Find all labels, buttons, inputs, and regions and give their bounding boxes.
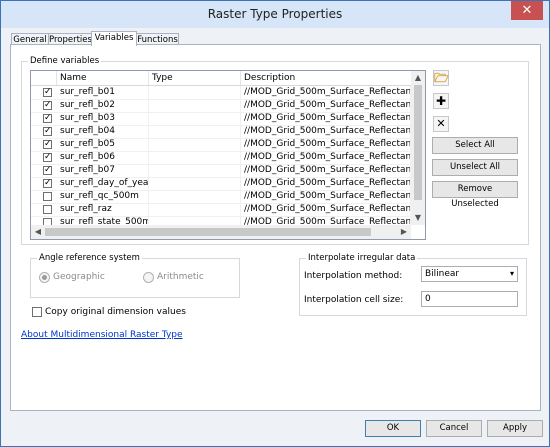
cell-name: sur_refl_b05 xyxy=(57,138,149,151)
interpolation-cell-size-label: Interpolation cell size: xyxy=(304,295,404,305)
cell-type xyxy=(149,164,241,177)
cell-type xyxy=(149,177,241,190)
row-checkbox[interactable]: ✓ xyxy=(43,127,52,136)
cell-description: //MOD_Grid_500m_Surface_Reflectance/sur_… xyxy=(241,138,411,151)
scroll-left-icon[interactable]: ◀ xyxy=(31,225,45,239)
interpolation-method-select[interactable]: Bilinear ▾ xyxy=(421,266,518,282)
cell-type xyxy=(149,203,241,216)
open-folder-icon[interactable]: 🗁 xyxy=(433,70,449,86)
cell-description: //MOD_Grid_500m_Surface_Reflectance/sur_… xyxy=(241,151,411,164)
unselect-all-button[interactable]: Unselect All xyxy=(432,159,518,176)
copy-dimension-label: Copy original dimension values xyxy=(45,307,186,317)
cell-name: sur_refl_day_of_year xyxy=(57,177,149,190)
cell-type xyxy=(149,112,241,125)
header-description[interactable]: Description xyxy=(241,71,411,85)
table-row[interactable]: ✓ sur_refl_b04 //MOD_Grid_500m_Surface_Ref… xyxy=(31,125,411,139)
scroll-down-icon[interactable]: ▼ xyxy=(411,211,425,225)
angle-reference-label: Angle reference system xyxy=(37,253,142,263)
cell-type xyxy=(149,125,241,138)
interpolation-method-value: Bilinear xyxy=(425,269,460,279)
table-row[interactable]: ✓ sur_refl_b05 //MOD_Grid_500m_Surface_Ref… xyxy=(31,138,411,152)
cell-type xyxy=(149,151,241,164)
cell-name: sur_refl_b01 xyxy=(57,86,149,99)
interpolation-method-label: Interpolation method: xyxy=(304,271,403,281)
row-checkbox[interactable]: ✓ xyxy=(43,166,52,175)
header-name[interactable]: Name xyxy=(57,71,149,85)
ok-button[interactable]: OK xyxy=(365,420,421,437)
cell-description: //MOD_Grid_500m_Surface_Reflectance/sur_… xyxy=(241,125,411,138)
row-checkbox[interactable]: ✓ xyxy=(43,88,52,97)
table-row[interactable]: ✓ sur_refl_day_of_year //MOD_Grid_500m_Sur… xyxy=(31,177,411,191)
close-button[interactable]: ✕ xyxy=(511,1,543,20)
define-variables-label: Define variables xyxy=(28,56,102,66)
cell-name: sur_refl_b04 xyxy=(57,125,149,138)
cell-description: //MOD_Grid_500m_Surface_Reflectance/sur_… xyxy=(241,203,411,216)
grid-header: Name Type Description xyxy=(31,71,411,86)
cell-type xyxy=(149,86,241,99)
select-all-button[interactable]: Select All xyxy=(432,137,518,154)
scroll-right-icon[interactable]: ▶ xyxy=(397,225,411,239)
table-row[interactable]: ✓ sur_refl_b06 //MOD_Grid_500m_Surface_Ref… xyxy=(31,151,411,165)
cancel-button[interactable]: Cancel xyxy=(426,420,482,437)
cell-name: sur_refl_b03 xyxy=(57,112,149,125)
window-title: Raster Type Properties xyxy=(207,7,343,21)
cell-name: sur_refl_raz xyxy=(57,203,149,216)
cell-description: //MOD_Grid_500m_Surface_Reflectance/sur_… xyxy=(241,112,411,125)
cell-name: sur_refl_b06 xyxy=(57,151,149,164)
cell-name: sur_refl_b02 xyxy=(57,99,149,112)
table-row[interactable]: ✓ sur_refl_b02 //MOD_Grid_500m_Surface_Ref… xyxy=(31,99,411,113)
table-row[interactable]: ✓ sur_refl_b07 //MOD_Grid_500m_Surface_Ref… xyxy=(31,164,411,178)
geographic-label: Geographic xyxy=(53,272,105,282)
interpolation-cell-size-input[interactable]: 0 xyxy=(421,291,518,307)
row-checkbox[interactable]: ✓ xyxy=(43,140,52,149)
vertical-scrollbar[interactable]: ▲ ▼ xyxy=(411,71,425,225)
row-checkbox[interactable]: ✓ xyxy=(43,179,52,188)
cell-name: sur_refl_qc_500m xyxy=(57,190,149,203)
horizontal-scroll-thumb[interactable] xyxy=(45,228,371,236)
arithmetic-label: Arithmetic xyxy=(157,272,204,282)
row-checkbox[interactable] xyxy=(43,205,52,214)
cell-description: //MOD_Grid_500m_Surface_Reflectance/sur_… xyxy=(241,99,411,112)
add-icon[interactable]: ✚ xyxy=(433,93,449,109)
header-check xyxy=(31,71,57,85)
cell-description: //MOD_Grid_500m_Surface_Reflectance/sur_… xyxy=(241,190,411,203)
dialog-window: Raster Type Properties ✕ General Propert… xyxy=(0,0,550,447)
geographic-radio[interactable] xyxy=(39,272,50,283)
table-row[interactable]: sur_refl_raz //MOD_Grid_500m_Surface_Refl… xyxy=(31,203,411,217)
table-row[interactable]: ✓ sur_refl_b01 //MOD_Grid_500m_Surface_Ref… xyxy=(31,86,411,100)
title-bar[interactable]: Raster Type Properties ✕ xyxy=(1,1,549,28)
about-multidimensional-link[interactable]: About Multidimensional Raster Type xyxy=(21,330,183,340)
table-row[interactable]: sur_refl_qc_500m //MOD_Grid_500m_Surface_… xyxy=(31,190,411,204)
table-row[interactable]: ✓ sur_refl_b03 //MOD_Grid_500m_Surface_Ref… xyxy=(31,112,411,126)
row-checkbox[interactable]: ✓ xyxy=(43,153,52,162)
cell-description: //MOD_Grid_500m_Surface_Reflectance/sur_… xyxy=(241,177,411,190)
cell-type xyxy=(149,190,241,203)
horizontal-scrollbar[interactable]: ◀ ▶ xyxy=(31,225,411,239)
cell-type xyxy=(149,99,241,112)
copy-dimension-checkbox[interactable] xyxy=(32,307,42,317)
vertical-scroll-thumb[interactable] xyxy=(414,85,422,200)
tab-variables[interactable]: Variables xyxy=(91,31,137,46)
row-checkbox[interactable]: ✓ xyxy=(43,114,52,123)
arithmetic-radio[interactable] xyxy=(143,272,154,283)
remove-unselected-button[interactable]: Remove Unselected xyxy=(432,181,518,209)
delete-icon[interactable]: ✕ xyxy=(433,116,449,132)
scroll-up-icon[interactable]: ▲ xyxy=(411,71,425,85)
chevron-down-icon: ▾ xyxy=(509,269,514,278)
apply-button[interactable]: Apply xyxy=(487,420,543,437)
row-checkbox[interactable]: ✓ xyxy=(43,101,52,110)
cell-description: //MOD_Grid_500m_Surface_Reflectance/sur_… xyxy=(241,86,411,99)
header-type[interactable]: Type xyxy=(149,71,241,85)
variables-grid[interactable]: Name Type Description ✓ sur_refl_b01 //MOD… xyxy=(30,70,426,240)
cell-name: sur_refl_b07 xyxy=(57,164,149,177)
cell-description: //MOD_Grid_500m_Surface_Reflectance/sur_… xyxy=(241,164,411,177)
interpolate-label: Interpolate irregular data xyxy=(306,253,418,263)
cell-type xyxy=(149,138,241,151)
row-checkbox[interactable] xyxy=(43,192,52,201)
